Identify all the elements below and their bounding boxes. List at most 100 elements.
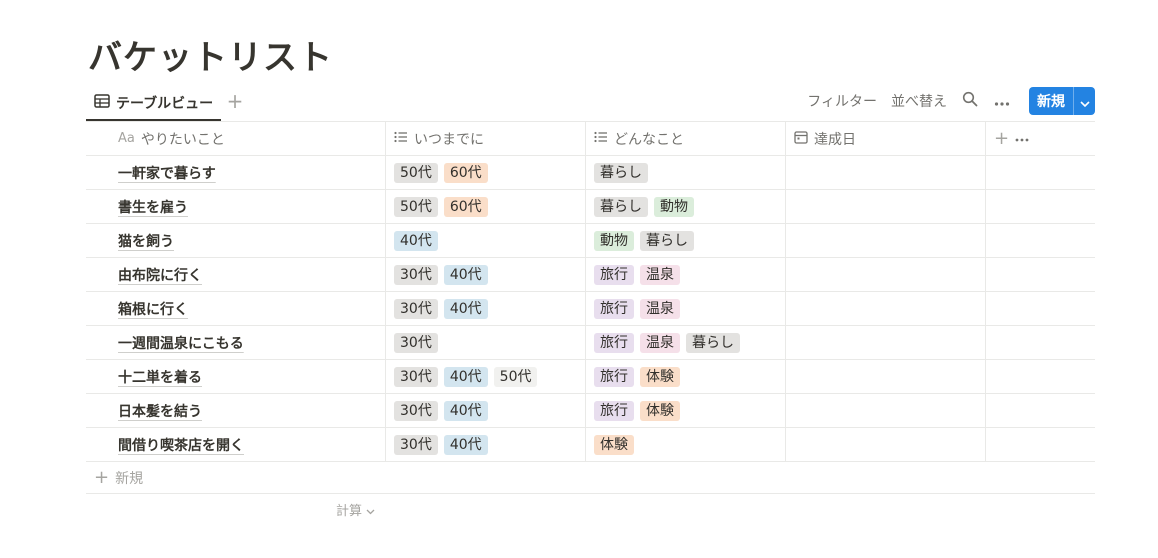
- cell-what[interactable]: 旅行 温泉: [586, 292, 786, 325]
- row-title-link[interactable]: 日本髪を結う: [118, 401, 202, 421]
- cell-what[interactable]: 暮らし: [586, 156, 786, 189]
- cell-what[interactable]: 旅行 体験: [586, 394, 786, 427]
- row-title-link[interactable]: 十二単を着る: [118, 367, 202, 387]
- cell-name[interactable]: 日本髪を結う: [86, 394, 386, 427]
- table-row[interactable]: 十二単を着る 30代 40代 50代 旅行 体験: [86, 360, 1095, 394]
- cell-when[interactable]: 30代 40代: [386, 394, 586, 427]
- table-row[interactable]: 一軒家で暮らす 50代 60代 暮らし: [86, 156, 1095, 190]
- tag-list: 50代 60代: [394, 162, 488, 183]
- column-header-label: 達成日: [814, 131, 856, 148]
- tag: 50代: [493, 366, 538, 387]
- tag: 40代: [443, 366, 488, 387]
- column-header-name[interactable]: Aa やりたいこと: [86, 122, 386, 155]
- row-title-link[interactable]: 間借り喫茶店を開く: [118, 435, 244, 455]
- cell-name[interactable]: 箱根に行く: [86, 292, 386, 325]
- cell-name[interactable]: 一軒家で暮らす: [86, 156, 386, 189]
- cell-when[interactable]: 30代 40代: [386, 292, 586, 325]
- cell-date[interactable]: [786, 258, 986, 291]
- new-row-button[interactable]: + 新規: [86, 462, 1095, 494]
- cell-when[interactable]: 50代 60代: [386, 156, 586, 189]
- cell-name[interactable]: 由布院に行く: [86, 258, 386, 291]
- tag: 動物: [594, 230, 634, 251]
- cell-name[interactable]: 猫を飼う: [86, 224, 386, 257]
- sort-button[interactable]: 並べ替え: [891, 91, 947, 111]
- cell-date[interactable]: [786, 360, 986, 393]
- row-title-link[interactable]: 由布院に行く: [118, 265, 202, 285]
- cell-name[interactable]: 間借り喫茶店を開く: [86, 428, 386, 461]
- new-dropdown-button[interactable]: [1073, 87, 1095, 115]
- cell-when[interactable]: 30代 40代: [386, 428, 586, 461]
- tag: 旅行: [594, 298, 634, 319]
- tag: 60代: [443, 196, 488, 217]
- add-column-button[interactable]: +: [994, 128, 1009, 149]
- table-row[interactable]: 一週間温泉にこもる 30代 旅行 温泉 暮らし: [86, 326, 1095, 360]
- table-body: 一軒家で暮らす 50代 60代 暮らし 書生を雇う 50代 60代 暮らし 動物 猫を飼う 40代動…: [86, 156, 1095, 462]
- view-bar: テーブルビュー + フィルター 並べ替え 新規: [86, 86, 1095, 122]
- cell-date[interactable]: [786, 156, 986, 189]
- table-row[interactable]: 箱根に行く 30代 40代 旅行 温泉: [86, 292, 1095, 326]
- row-title-link[interactable]: 一軒家で暮らす: [118, 163, 216, 183]
- row-title-link[interactable]: 箱根に行く: [118, 299, 188, 319]
- tag-list: 体験: [594, 434, 634, 455]
- cell-date[interactable]: [786, 224, 986, 257]
- cell-date[interactable]: [786, 326, 986, 359]
- cell-when[interactable]: 30代 40代: [386, 258, 586, 291]
- add-view-button[interactable]: +: [224, 90, 246, 112]
- cell-what[interactable]: 暮らし 動物: [586, 190, 786, 223]
- cell-date[interactable]: [786, 394, 986, 427]
- column-header-when[interactable]: いつまでに: [386, 122, 586, 155]
- column-header-what[interactable]: どんなこと: [586, 122, 786, 155]
- filter-button[interactable]: フィルター: [807, 91, 877, 111]
- more-button[interactable]: [993, 92, 1011, 110]
- new-row-label: 新規: [115, 470, 144, 487]
- tag: 体験: [640, 400, 680, 421]
- cell-empty: [986, 292, 1095, 325]
- table-row[interactable]: 由布院に行く 30代 40代 旅行 温泉: [86, 258, 1095, 292]
- tag: 30代: [394, 434, 438, 455]
- cell-empty: [986, 258, 1095, 291]
- column-header-label: どんなこと: [614, 131, 684, 148]
- cell-date[interactable]: [786, 190, 986, 223]
- cell-name[interactable]: 十二単を着る: [86, 360, 386, 393]
- cell-date[interactable]: [786, 428, 986, 461]
- tag-list: 暮らし: [594, 162, 648, 183]
- cell-when[interactable]: 50代 60代: [386, 190, 586, 223]
- cell-name[interactable]: 書生を雇う: [86, 190, 386, 223]
- search-button[interactable]: [961, 91, 979, 110]
- cell-when[interactable]: 40代: [386, 224, 586, 257]
- calculate-button[interactable]: 計算: [336, 500, 375, 519]
- cell-empty: [986, 224, 1095, 257]
- tag: 旅行: [594, 400, 634, 421]
- chevron-down-icon: [1079, 92, 1090, 111]
- tag-list: 暮らし 動物: [594, 196, 694, 217]
- cell-when[interactable]: 30代: [386, 326, 586, 359]
- cell-what[interactable]: 動物 暮らし: [586, 224, 786, 257]
- cell-what[interactable]: 旅行 温泉 暮らし: [586, 326, 786, 359]
- cell-date[interactable]: [786, 292, 986, 325]
- cell-what[interactable]: 旅行 体験: [586, 360, 786, 393]
- tag-list: 30代 40代 50代: [394, 366, 538, 387]
- cell-empty: [986, 156, 1095, 189]
- tag: 体験: [594, 434, 634, 455]
- tag: 30代: [394, 366, 438, 387]
- cell-what[interactable]: 旅行 温泉: [586, 258, 786, 291]
- tag: 50代: [394, 196, 438, 217]
- row-title-link[interactable]: 一週間温泉にこもる: [118, 333, 244, 353]
- cell-what[interactable]: 体験: [586, 428, 786, 461]
- row-title-link[interactable]: 猫を飼う: [118, 231, 174, 251]
- tag: 動物: [654, 196, 694, 217]
- cell-name[interactable]: 一週間温泉にこもる: [86, 326, 386, 359]
- table-row[interactable]: 間借り喫茶店を開く 30代 40代 体験: [86, 428, 1095, 462]
- tab-table-view[interactable]: テーブルビュー: [86, 86, 222, 121]
- table-row[interactable]: 書生を雇う 50代 60代 暮らし 動物: [86, 190, 1095, 224]
- new-button[interactable]: 新規: [1029, 87, 1073, 115]
- row-title-link[interactable]: 書生を雇う: [118, 197, 188, 217]
- table-icon: [94, 93, 110, 112]
- cell-empty: [986, 394, 1095, 427]
- column-header-date[interactable]: 達成日: [786, 122, 986, 155]
- table-row[interactable]: 猫を飼う 40代 動物 暮らし: [86, 224, 1095, 258]
- table-row[interactable]: 日本髪を結う 30代 40代 旅行 体験: [86, 394, 1095, 428]
- column-more-button[interactable]: [1015, 131, 1029, 147]
- tag-list: 旅行 体験: [594, 366, 680, 387]
- cell-when[interactable]: 30代 40代 50代: [386, 360, 586, 393]
